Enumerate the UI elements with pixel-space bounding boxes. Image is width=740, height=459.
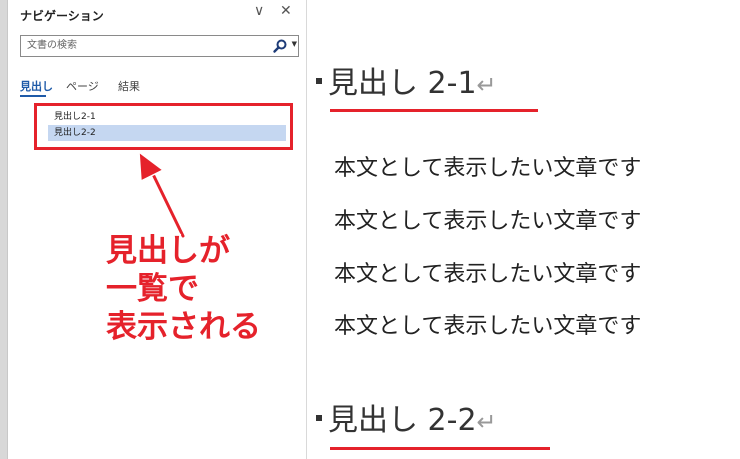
- navigation-pane: ナビゲーション ∨ ✕ ▼ 見出し ページ 結果 見出し2-1 見出し2-2: [8, 0, 306, 459]
- heading-underline: [330, 447, 550, 450]
- heading-bullet-icon: [316, 77, 322, 84]
- callout-line-2: 一覧で: [106, 271, 199, 307]
- heading-underline: [330, 109, 538, 112]
- heading-bullet-icon: [316, 414, 322, 421]
- pane-options-chevron-icon[interactable]: ∨: [254, 3, 264, 19]
- pane-divider[interactable]: [306, 0, 307, 459]
- callout-line-1: 見出しが: [106, 233, 230, 269]
- callout-text: 見出しが 一覧で 表示される: [106, 232, 261, 346]
- document-heading-2-1[interactable]: 見出し 2-1↵: [316, 58, 497, 102]
- window-left-edge: [0, 0, 8, 459]
- search-icon[interactable]: [272, 38, 288, 54]
- heading-text: 見出し 2-2: [328, 403, 477, 438]
- paragraph-mark-icon: ↵: [476, 408, 497, 436]
- body-paragraph[interactable]: 本文として表示したい文章です: [334, 150, 641, 182]
- heading-text: 見出し 2-1: [328, 66, 477, 101]
- paragraph-mark-icon: ↵: [476, 71, 497, 99]
- highlight-box: [34, 103, 293, 150]
- search-box: ▼: [20, 35, 299, 57]
- body-paragraph[interactable]: 本文として表示したい文章です: [334, 203, 641, 235]
- active-tab-indicator: [20, 95, 46, 97]
- document-heading-2-2[interactable]: 見出し 2-2↵: [316, 395, 497, 439]
- body-paragraph[interactable]: 本文として表示したい文章です: [334, 256, 641, 288]
- tab-results[interactable]: 結果: [118, 78, 140, 94]
- search-input[interactable]: [27, 38, 257, 53]
- nav-pane-title: ナビゲーション: [20, 9, 104, 23]
- close-icon[interactable]: ✕: [280, 3, 292, 19]
- tab-headings[interactable]: 見出し: [20, 78, 53, 94]
- tab-pages[interactable]: ページ: [66, 78, 99, 94]
- body-paragraph[interactable]: 本文として表示したい文章です: [334, 308, 641, 340]
- search-options-chevron-icon[interactable]: ▼: [292, 40, 297, 48]
- callout-line-3: 表示される: [106, 309, 261, 345]
